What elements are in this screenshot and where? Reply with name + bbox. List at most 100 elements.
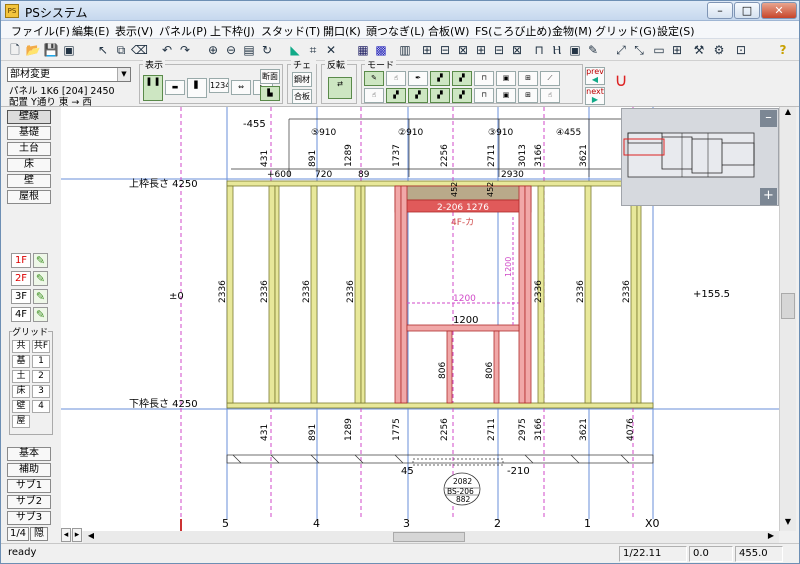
open-icon[interactable]: 📂	[25, 42, 41, 58]
tool-g-icon[interactable]: ⊡	[733, 42, 749, 58]
cross-icon[interactable]: ✕	[323, 42, 339, 58]
zoom-out-icon[interactable]: ⊖	[223, 42, 239, 58]
sub2-button[interactable]: サブ2	[7, 495, 51, 509]
menu-stud[interactable]: スタッド(T)	[261, 23, 320, 39]
minimap-panel[interactable]: – +	[621, 108, 779, 206]
grid-row-label[interactable]: 屋	[12, 415, 30, 428]
box-icon[interactable]: ▣	[567, 42, 583, 58]
sub1-button[interactable]: サブ1	[7, 479, 51, 493]
menu-panel[interactable]: パネル(P)	[159, 23, 207, 39]
display-tool-2[interactable]: ▬	[165, 80, 185, 95]
grid-row-number[interactable]: 3	[32, 385, 50, 398]
floor-1f-pencil-icon[interactable]: ✎	[33, 253, 48, 268]
floor-2f-button[interactable]: 2F	[11, 271, 31, 286]
wall-e-icon[interactable]: ⊟	[491, 42, 507, 58]
nav-right-icon[interactable]: ▸	[72, 528, 82, 542]
mode-tool-11[interactable]: ▞	[386, 88, 406, 103]
tool-e-icon[interactable]: ⚒	[691, 42, 707, 58]
new-icon[interactable]: 🗋	[7, 42, 23, 58]
scroll-down-icon[interactable]: ▼	[781, 517, 795, 531]
tool-a-icon[interactable]: ⤢	[613, 42, 629, 58]
grid-common-toggle[interactable]: 共	[12, 340, 30, 353]
check-steel-button[interactable]: 鋼材	[292, 72, 312, 87]
nav-left-icon[interactable]: ◂	[61, 528, 71, 542]
floor-1f-button[interactable]: 1F	[11, 253, 31, 268]
mode-tool-3[interactable]: ✒	[408, 71, 428, 86]
help-icon[interactable]: ?	[775, 42, 791, 58]
wall-c-icon[interactable]: ⊠	[455, 42, 471, 58]
minimap-minimize-button[interactable]: –	[760, 110, 777, 127]
grid-common-f-toggle[interactable]: 共F	[32, 340, 50, 353]
layer-wall-line-button[interactable]: 壁線	[7, 110, 51, 124]
close-button[interactable]: ✕	[761, 2, 797, 19]
menu-frame[interactable]: 上下枠(J)	[210, 23, 255, 39]
flip-icon[interactable]: ⇄	[328, 77, 352, 99]
wall-a-icon[interactable]: ⊞	[419, 42, 435, 58]
display-tool-3[interactable]: ▋	[187, 78, 207, 98]
redo-icon[interactable]: ↷	[177, 42, 193, 58]
hide-button[interactable]: 隠	[30, 527, 48, 541]
menu-grid[interactable]: グリッド(G)	[595, 23, 656, 39]
mode-tool-10[interactable]: ☝	[364, 88, 384, 103]
grid-row-label[interactable]: 床	[12, 385, 30, 398]
check-plywood-button[interactable]: 合板	[292, 89, 312, 104]
display-tool-1[interactable]: ▌▐	[143, 75, 163, 101]
redraw-icon[interactable]: ↻	[259, 42, 275, 58]
sub3-button[interactable]: サブ3	[7, 511, 51, 525]
mode-tool-17[interactable]: ⊞	[518, 88, 538, 103]
mode-tool-6[interactable]: ⊓	[474, 71, 494, 86]
print-icon[interactable]: ▣	[61, 42, 77, 58]
menu-plywood[interactable]: 合板(W)	[428, 23, 469, 39]
tool-c-icon[interactable]: ▭	[651, 42, 667, 58]
mode-tool-7[interactable]: ▣	[496, 71, 516, 86]
erase-icon[interactable]: ⌫	[131, 42, 148, 58]
pointer-icon[interactable]: ◣	[287, 42, 303, 58]
section-tool[interactable]: 断面	[260, 69, 280, 84]
copy-icon[interactable]: ⧉	[113, 42, 129, 58]
mode-tool-18[interactable]: ☝	[540, 88, 560, 103]
floor-2f-pencil-icon[interactable]: ✎	[33, 271, 48, 286]
menu-opening[interactable]: 開口(K)	[323, 23, 361, 39]
grid-row-number[interactable]: 1	[32, 355, 50, 368]
h-frame-icon[interactable]: Ⲏ	[549, 42, 565, 58]
horizontal-scrollbar[interactable]: ◀ ▶	[83, 531, 779, 543]
floor-3f-button[interactable]: 3F	[11, 289, 31, 304]
layer-sill-button[interactable]: 土台	[7, 142, 51, 156]
mode-tool-2[interactable]: ☝	[386, 71, 406, 86]
mode-tool-16[interactable]: ▣	[496, 88, 516, 103]
mode-tool-1[interactable]: ✎	[364, 71, 384, 86]
drawing-canvas[interactable]: -455 ⑤910 ②910 ③910 ④455 431 891 1289 17…	[61, 107, 779, 531]
menu-hardware[interactable]: 金物(M)	[552, 23, 592, 39]
mode-tool-12[interactable]: ▞	[408, 88, 428, 103]
magnet-icon[interactable]: ∪	[611, 72, 631, 95]
beam-icon[interactable]: ⊓	[531, 42, 547, 58]
mode-tool-5[interactable]: ▞	[452, 71, 472, 86]
horizontal-scroll-thumb[interactable]	[393, 532, 465, 542]
undo-icon[interactable]: ↶	[159, 42, 175, 58]
vertical-scroll-thumb[interactable]	[781, 293, 795, 319]
display-tool-5[interactable]: ⇔	[231, 80, 251, 95]
layer-roof-button[interactable]: 屋根	[7, 190, 51, 204]
table-icon[interactable]: ▥	[397, 42, 413, 58]
snap-icon[interactable]: ⌗	[305, 42, 321, 58]
member-change-combo[interactable]: 部材変更 ▼	[7, 67, 131, 82]
layer-foundation-button[interactable]: 基礎	[7, 126, 51, 140]
grid-row-label[interactable]: 土	[12, 370, 30, 383]
menu-edit[interactable]: 編集(E)	[72, 23, 110, 39]
display-tool-4[interactable]: 1234	[209, 78, 229, 93]
wall-b-icon[interactable]: ⊟	[437, 42, 453, 58]
tool-b-icon[interactable]: ⤡	[631, 42, 647, 58]
display-tool-8[interactable]: ▙	[260, 86, 280, 101]
scroll-up-icon[interactable]: ▲	[781, 107, 795, 121]
grid-fine-icon[interactable]: ▩	[373, 42, 389, 58]
grid-row-number[interactable]: 2	[32, 370, 50, 383]
mode-tool-9[interactable]: ⟋	[540, 71, 560, 86]
minimap-expand-button[interactable]: +	[760, 188, 777, 205]
grid-row-label[interactable]: 基	[12, 355, 30, 368]
wall-d-icon[interactable]: ⊞	[473, 42, 489, 58]
mode-tool-8[interactable]: ⊞	[518, 71, 538, 86]
next-button[interactable]: next ▶	[585, 87, 605, 105]
grid-icon[interactable]: ▦	[355, 42, 371, 58]
mode-tool-14[interactable]: ▞	[452, 88, 472, 103]
menu-view[interactable]: 表示(V)	[115, 23, 153, 39]
